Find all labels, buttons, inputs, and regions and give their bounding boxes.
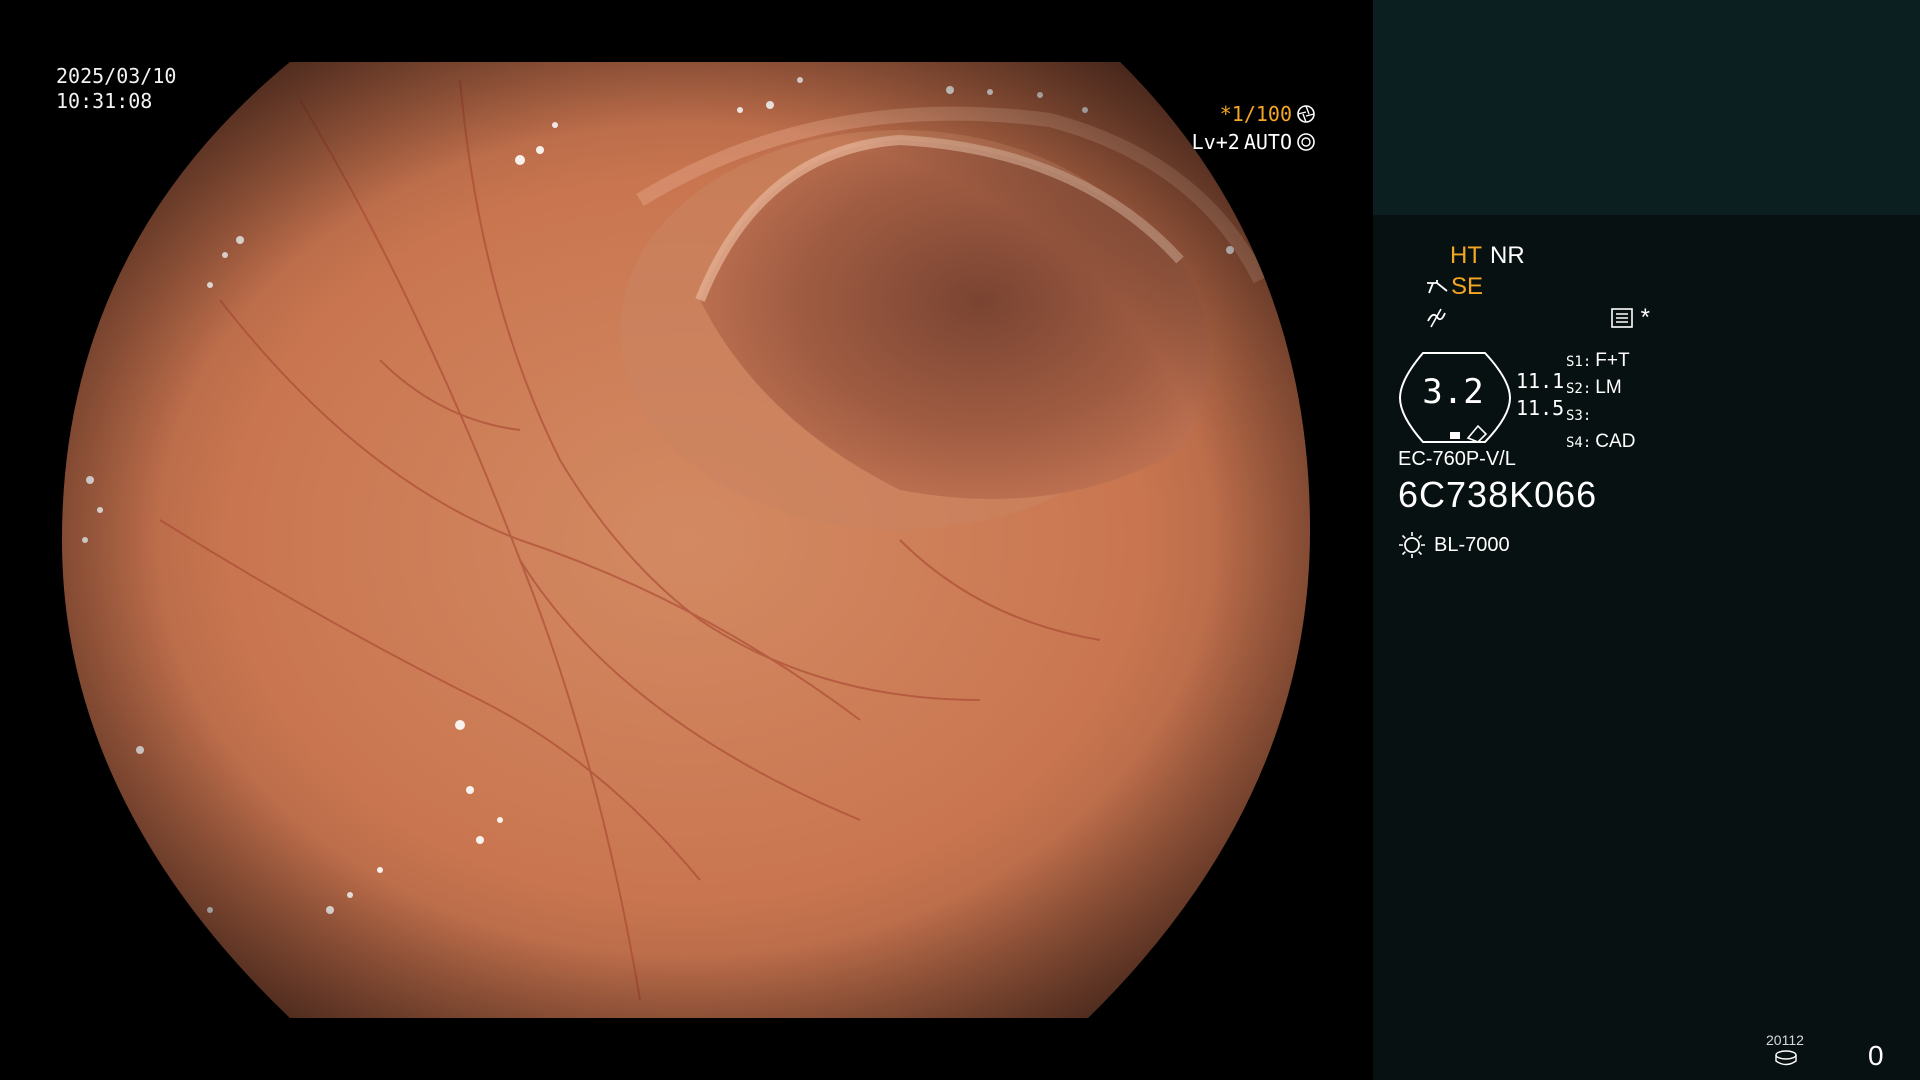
switch-row: S3: <box>1566 408 1592 424</box>
exposure-settings: *1/100 Lv+2 AUTO <box>1192 100 1316 156</box>
light-source: BL-7000 <box>1398 531 1510 559</box>
shutter-aperture-icon <box>1297 105 1315 123</box>
scope-tip-icon <box>1427 279 1448 293</box>
zoom-gauge: 3.2 <box>1398 350 1513 445</box>
iris-mode: AUTO <box>1243 130 1292 154</box>
gauge-readout-2: 11.5 <box>1516 396 1565 420</box>
menu-icon <box>1610 307 1633 328</box>
enhance-icon <box>1427 308 1446 327</box>
mode-indicators: HT NR SE * <box>1425 240 1650 333</box>
se-indicator: SE <box>1451 273 1484 300</box>
light-source-label: BL-7000 <box>1434 533 1510 556</box>
time-text: 10:31:08 <box>56 89 153 113</box>
shutter-speed: *1/100 <box>1219 102 1292 126</box>
switch-row: S1: F+T <box>1566 350 1630 371</box>
panel-header-area <box>1373 0 1920 215</box>
date-text: 2025/03/10 <box>56 64 177 88</box>
scope-serial: 6C738K066 <box>1398 474 1598 515</box>
gauge-value: 3.2 <box>1422 372 1484 412</box>
endoscope-view: 2025/03/10 10:31:08 *1/100 Lv+2 AUTO <box>0 0 1372 1080</box>
auto-iris-icon <box>1297 133 1315 151</box>
nr-indicator: NR <box>1490 242 1525 269</box>
endoscopic-image <box>62 62 1310 1018</box>
brightness-level: Lv+2 <box>1191 130 1240 154</box>
scope-model: EC-760P-V/L <box>1398 448 1516 470</box>
status-panel: HT NR SE * 3.2 11.1 11.5 S1: F+T S2: LM … <box>1373 0 1920 1080</box>
ht-indicator: HT <box>1450 242 1482 269</box>
switch-row: S4: CAD <box>1566 431 1636 452</box>
datetime-display: 2025/03/10 10:31:08 <box>56 64 176 114</box>
storage-count: 20112 <box>1766 1032 1804 1048</box>
light-bulb-icon <box>1399 532 1425 558</box>
switch-row: S2: LM <box>1566 377 1622 398</box>
switch-assignments: S1: F+T S2: LM S3: S4: CAD <box>1566 348 1635 456</box>
gauge-readouts: 11.1 11.5 <box>1516 368 1564 422</box>
gauge-readout-1: 11.1 <box>1516 369 1565 393</box>
star-indicator: * <box>1640 304 1650 331</box>
storage-disk-icon <box>1775 1050 1797 1066</box>
capture-counter: 0 <box>1868 1040 1884 1071</box>
